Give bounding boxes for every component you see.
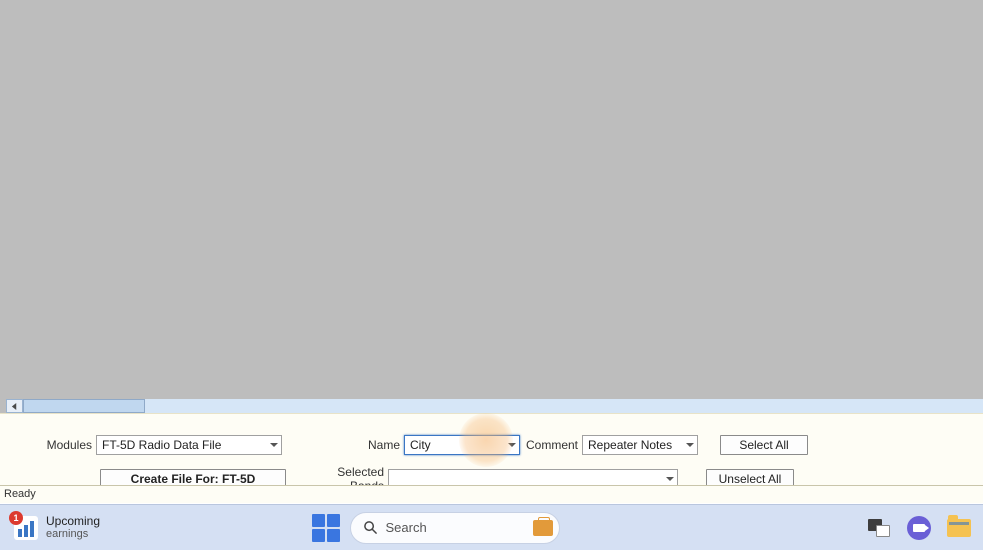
status-bar: Ready [0,485,983,503]
modules-combo[interactable]: FT-5D Radio Data File [96,435,282,455]
chevron-left-icon [11,403,18,410]
modules-label: Modules [0,438,96,452]
notification-badge: 1 [9,511,23,525]
status-text: Ready [4,488,36,500]
notification-text: Upcoming earnings [46,515,100,540]
taskbar-search[interactable]: Search [350,512,560,544]
chevron-down-icon [686,443,694,447]
chevron-down-icon [508,443,516,447]
name-combo-value: City [410,438,431,452]
name-combo[interactable]: City [404,435,520,455]
horizontal-scrollbar[interactable] [6,399,983,413]
chevron-down-icon [666,477,674,481]
search-placeholder: Search [386,520,525,535]
scroll-left-button[interactable] [6,399,23,413]
name-label: Name [344,438,404,452]
chat-icon [907,516,931,540]
controls-panel: Modules FT-5D Radio Data File Name City … [0,413,983,485]
notification-subtitle: earnings [46,528,100,540]
comment-combo[interactable]: Repeater Notes [582,435,698,455]
chat-button[interactable] [907,516,931,540]
file-explorer-button[interactable] [947,516,971,540]
comment-combo-value: Repeater Notes [588,438,672,452]
briefcase-icon [533,520,553,536]
content-canvas[interactable] [10,0,983,399]
taskbar-notification[interactable]: 1 Upcoming earnings [0,515,100,540]
modules-combo-value: FT-5D Radio Data File [102,438,221,452]
notification-title: Upcoming [46,515,100,528]
select-all-button[interactable]: Select All [720,435,808,455]
task-view-button[interactable] [867,516,891,540]
taskbar: 1 Upcoming earnings Search [0,504,983,550]
widget-icon: 1 [14,516,38,540]
comment-label: Comment [520,438,582,452]
chevron-down-icon [270,443,278,447]
scroll-track[interactable] [145,399,983,413]
search-icon [363,520,378,535]
start-button[interactable] [312,514,340,542]
scroll-thumb[interactable] [23,399,145,413]
main-content-area [0,0,983,399]
folder-icon [947,519,971,537]
